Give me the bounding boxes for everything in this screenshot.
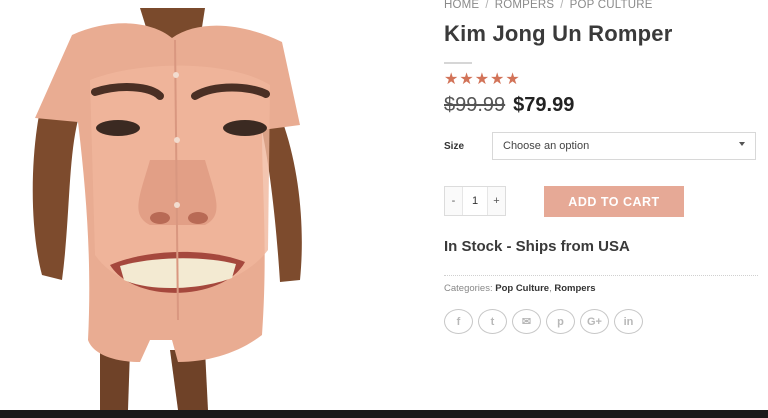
quantity-input[interactable]: 1 [462,187,488,215]
breadcrumb-separator: / [560,0,564,11]
product-image[interactable] [0,0,440,410]
quantity-minus-button[interactable]: - [445,187,462,215]
star-icon: ★ [459,71,474,88]
price-original: $99.99 [444,94,506,116]
breadcrumb-pop-culture[interactable]: POP CULTURE [570,0,653,11]
facebook-icon[interactable]: f [444,309,473,334]
breadcrumb-separator: / [485,0,489,11]
price: $99.99 $79.99 [444,94,574,117]
twitter-icon[interactable]: t [478,309,507,334]
google-plus-icon[interactable]: G+ [580,309,609,334]
linkedin-icon[interactable]: in [614,309,643,334]
share-icons: f t ✉ p G+ in [444,309,643,334]
breadcrumb: HOME / ROMPERS / POP CULTURE [444,0,653,11]
star-rating[interactable]: ★ ★ ★ ★ ★ [444,72,520,88]
star-icon: ★ [490,71,505,88]
email-icon[interactable]: ✉ [512,309,541,334]
category-link-pop-culture[interactable]: Pop Culture [495,283,549,294]
quantity-stepper: - 1 + [444,186,506,216]
product-title: Kim Jong Un Romper [444,21,673,46]
add-to-cart-button[interactable]: ADD TO CART [544,186,684,217]
stock-status: In Stock - Ships from USA [444,238,630,255]
category-separator: , [549,283,552,294]
categories-label: Categories: [444,283,493,294]
category-link-rompers[interactable]: Rompers [554,283,595,294]
star-icon: ★ [505,71,520,88]
quantity-plus-button[interactable]: + [488,187,505,215]
breadcrumb-home[interactable]: HOME [444,0,479,11]
pinterest-icon[interactable]: p [546,309,575,334]
bottom-band [0,410,768,418]
size-select-value: Choose an option [503,140,590,152]
star-icon: ★ [444,71,459,88]
star-icon: ★ [474,71,490,88]
chevron-down-icon [739,142,745,146]
title-divider [444,62,472,64]
size-label: Size [444,141,465,152]
product-categories: Categories: Pop Culture, Rompers [444,283,596,294]
price-sale: $79.99 [513,94,575,116]
breadcrumb-rompers[interactable]: ROMPERS [495,0,555,11]
meta-divider [444,275,758,276]
size-variation: Size Choose an option [444,132,760,162]
size-select[interactable]: Choose an option [492,132,756,160]
